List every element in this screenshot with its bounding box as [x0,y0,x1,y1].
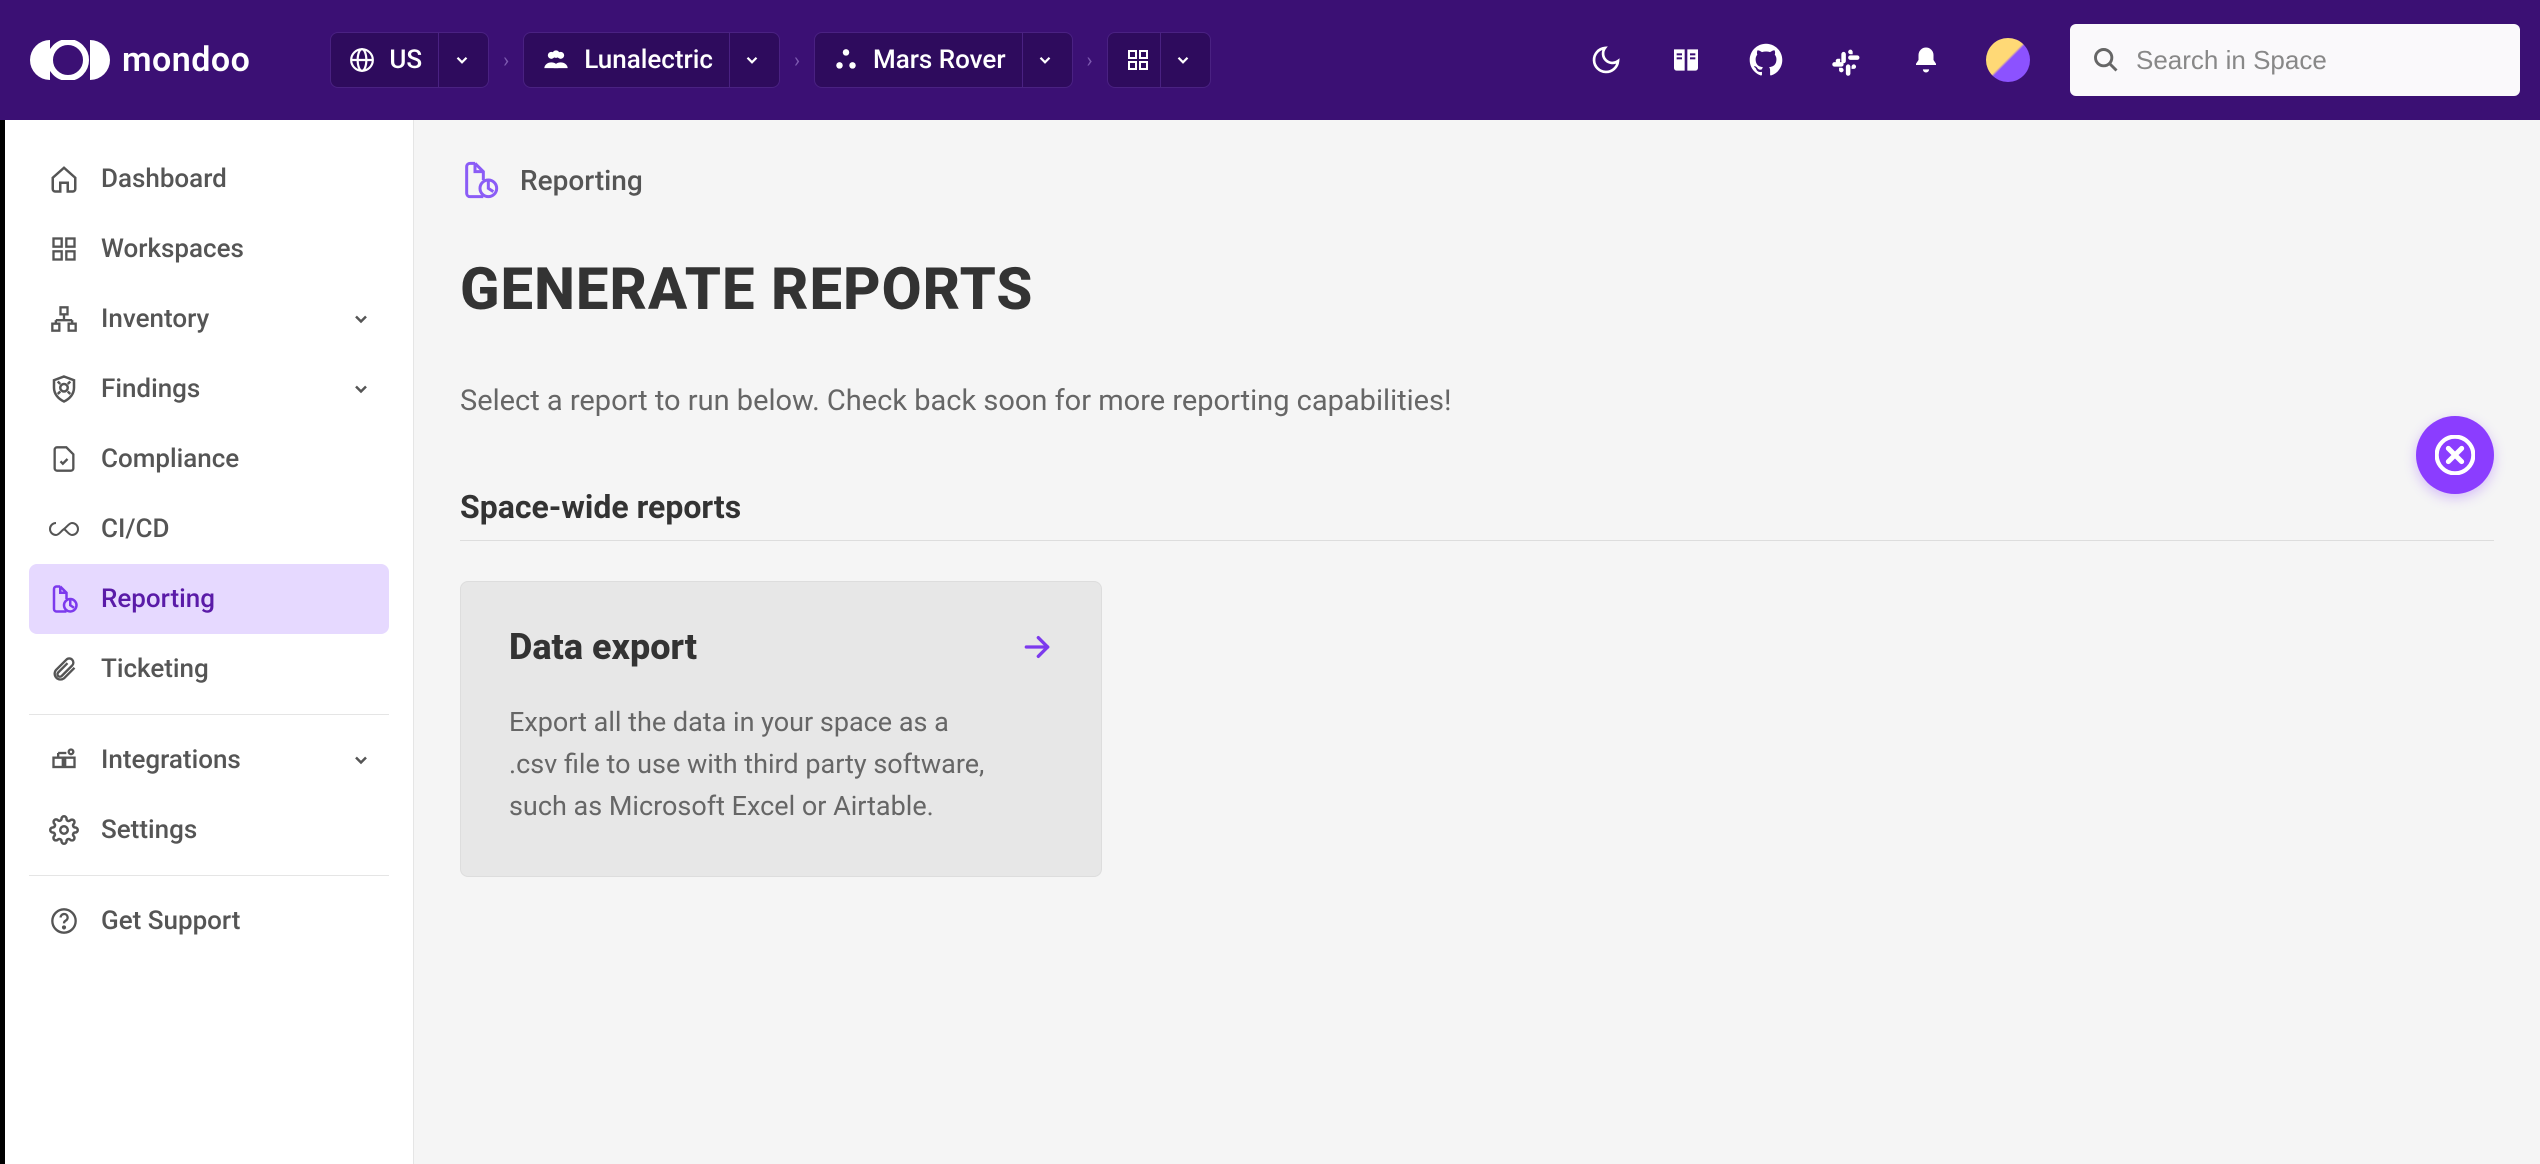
chevron-down-icon [453,51,471,69]
card-title: Data export [509,626,697,668]
org-selector[interactable]: Lunalectric [523,32,780,88]
sidebar-item-dashboard[interactable]: Dashboard [29,144,389,214]
shield-bug-icon [47,372,81,406]
page-breadcrumb: Reporting [460,160,2494,200]
chevron-down-icon [351,309,371,329]
github-link[interactable] [1746,40,1786,80]
search-box[interactable] [2070,24,2520,96]
sidebar-item-label: Get Support [101,906,240,936]
breadcrumb-label: Reporting [520,164,643,197]
notifications-button[interactable] [1906,40,1946,80]
sidebar-item-support[interactable]: Get Support [29,886,389,956]
people-icon [542,49,570,71]
report-card-data-export[interactable]: Data export Export all the data in your … [460,581,1102,877]
sidebar-item-integrations[interactable]: Integrations [29,725,389,795]
slack-link[interactable] [1826,40,1866,80]
sidebar-item-label: Reporting [101,584,215,614]
home-icon [47,162,81,196]
page-title: GENERATE REPORTS [460,256,2494,324]
workspace-dropdown[interactable] [1160,33,1206,87]
sidebar-item-label: Dashboard [101,164,227,194]
chevron-down-icon [743,51,761,69]
breadcrumb-separator: › [1083,48,1097,72]
section-title: Space-wide reports [460,488,2494,541]
workspaces-icon [1126,48,1150,72]
compliance-icon [47,442,81,476]
docs-link[interactable] [1666,40,1706,80]
globe-icon [349,47,375,73]
space-label: Mars Rover [873,45,1006,75]
org-label: Lunalectric [584,45,713,75]
brand-logo[interactable]: mondoo [30,40,250,80]
sidebar-item-label: Inventory [101,304,209,334]
breadcrumb-separator: › [499,48,513,72]
space-dropdown[interactable] [1022,33,1068,87]
arrow-right-icon [1021,631,1053,663]
github-icon [1749,43,1783,77]
user-avatar[interactable] [1986,38,2030,82]
help-icon [47,904,81,938]
sidebar-item-label: Workspaces [101,234,244,264]
paperclip-icon [47,652,81,686]
sidebar-item-inventory[interactable]: Inventory [29,284,389,354]
close-button[interactable] [2416,416,2494,494]
region-selector[interactable]: US [330,32,489,88]
card-description: Export all the data in your space as a .… [509,702,989,828]
sidebar-item-label: Integrations [101,745,241,775]
workspace-selector[interactable] [1107,32,1211,88]
space-icon [833,47,859,73]
sidebar-item-label: Ticketing [101,654,209,684]
sidebar-item-reporting[interactable]: Reporting [29,564,389,634]
bell-icon [1911,45,1941,75]
inventory-icon [47,302,81,336]
search-input[interactable] [2136,45,2498,76]
logo-mark-icon [30,40,110,80]
header-actions [1586,38,2030,82]
sidebar-item-findings[interactable]: Findings [29,354,389,424]
sidebar-item-ticketing[interactable]: Ticketing [29,634,389,704]
moon-icon [1590,44,1622,76]
sidebar-item-label: Settings [101,815,197,845]
reporting-icon [460,160,500,200]
sidebar-item-label: CI/CD [101,514,169,544]
close-icon [2435,435,2475,475]
sidebar-item-compliance[interactable]: Compliance [29,424,389,494]
region-dropdown[interactable] [438,33,484,87]
sidebar-item-label: Findings [101,374,200,404]
org-dropdown[interactable] [729,33,775,87]
reporting-icon [47,582,81,616]
sidebar-item-cicd[interactable]: CI/CD [29,494,389,564]
slack-icon [1830,44,1862,76]
sidebar-item-settings[interactable]: Settings [29,795,389,865]
context-breadcrumbs: US › Lunalectric › [330,32,1210,88]
breadcrumb-separator: › [790,48,804,72]
grid-icon [47,232,81,266]
region-label: US [389,45,422,75]
infinity-icon [47,512,81,546]
space-selector[interactable]: Mars Rover [814,32,1073,88]
main-content: Reporting GENERATE REPORTS Select a repo… [414,120,2540,1164]
book-icon [1670,44,1702,76]
chevron-down-icon [351,379,371,399]
integrations-icon [47,743,81,777]
top-bar: mondoo US › Lunalectric [0,0,2540,120]
sidebar-item-label: Compliance [101,444,239,474]
nav-divider [29,875,389,876]
gear-icon [47,813,81,847]
chevron-down-icon [351,750,371,770]
search-icon [2092,46,2120,74]
chevron-down-icon [1174,51,1192,69]
nav-divider [29,714,389,715]
sidebar-item-workspaces[interactable]: Workspaces [29,214,389,284]
page-subtitle: Select a report to run below. Check back… [460,384,2494,418]
brand-name: mondoo [122,40,250,80]
sidebar-nav: Dashboard Workspaces Inventory Findings … [0,120,414,1164]
chevron-down-icon [1036,51,1054,69]
theme-toggle[interactable] [1586,40,1626,80]
